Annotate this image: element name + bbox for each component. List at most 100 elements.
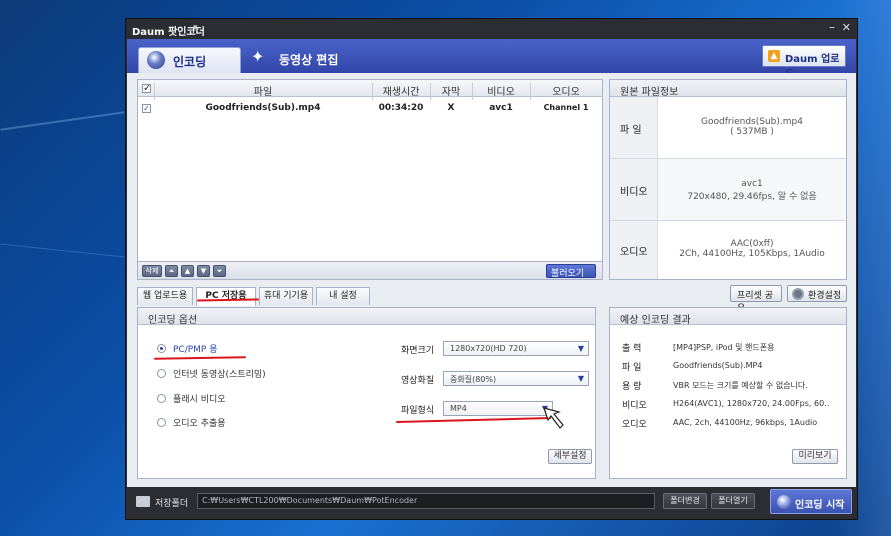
source-info-title-text: 원본 파일정보 — [620, 87, 679, 98]
source-audio-key: 오디오 — [620, 247, 648, 258]
column-audio[interactable]: 오디오 — [530, 83, 602, 98]
source-video-detail: 720x480, 29.46fps, 알 수 없음 — [687, 192, 817, 202]
upload-arrow-icon: ▲ — [768, 50, 780, 62]
file-list: ✓ 파일 재생시간 자막 비디오 오디오 ✓ Goodfriends(Sub).… — [137, 79, 603, 280]
radio-flash-video[interactable] — [157, 394, 166, 403]
cell-video: avc1 — [489, 103, 513, 113]
desktop-light-ray — [0, 243, 125, 258]
load-files-button[interactable]: 불러오기 — [546, 264, 596, 279]
change-folder-button[interactable]: 폴더변경 — [663, 493, 707, 509]
radio-flash-video-label[interactable]: 플래시 비디오 — [173, 392, 226, 405]
result-value: AAC, 2ch, 44100Hz, 96kbps, 1Audio — [673, 418, 818, 427]
format-select[interactable]: MP4▼ — [443, 401, 553, 416]
save-folder-label: 저장폴더 — [155, 499, 189, 509]
radio-pc-pmp-label[interactable]: PC/PMP 용 — [173, 342, 218, 355]
preset-share-button[interactable]: 프리셋 공유 — [730, 285, 782, 314]
result-value: Goodfriends(Sub).MP4 — [673, 361, 763, 370]
move-top-icon[interactable]: ⏶ — [165, 265, 178, 277]
result-value: [MP4]PSP, iPod 및 핸드폰용 — [673, 343, 775, 352]
select-all-checkbox[interactable]: ✓ — [142, 84, 151, 94]
chevron-down-icon: ▼ — [577, 374, 584, 383]
tab-video-edit[interactable]: ✦ 동영상 편집 — [249, 47, 349, 71]
desktop-light-ray — [0, 111, 125, 131]
save-path-value: C:₩Users₩CTL200₩Documents₩Daum₩PotEncode… — [202, 496, 418, 505]
load-files-label: 불러오기 — [551, 269, 585, 279]
encoding-result-title-text: 예상 인코딩 결과 — [620, 315, 691, 326]
disc-icon — [147, 51, 165, 69]
settings-label: 환경설정 — [808, 291, 842, 301]
source-info-title: 원본 파일정보 — [610, 80, 846, 98]
screen-size-value: 1280x720(HD 720) — [450, 344, 527, 353]
cell-audio: Channel 1 — [543, 103, 589, 112]
result-value: VBR 모드는 크기를 예상할 수 없습니다. — [673, 381, 808, 390]
encoding-result-panel: 예상 인코딩 결과 출 력 [MP4]PSP, iPod 및 핸드폰용 파 일 … — [609, 307, 847, 479]
encoding-options-title: 인코딩 옵션 — [138, 308, 595, 326]
tab-encode-label: 인코딩 — [173, 55, 207, 69]
source-audio-detail: 2Ch, 44100Hz, 105Kbps, 1Audio — [679, 249, 825, 259]
daum-upload-button[interactable]: ▲ Daum 업로드 — [762, 45, 846, 80]
result-key: 비디오 — [622, 401, 647, 411]
footer-bar: 저장폴더 C:₩Users₩CTL200₩Documents₩Daum₩PotE… — [127, 487, 856, 519]
column-duration[interactable]: 재생시간 — [372, 83, 430, 98]
source-file-size: ( 537MB ) — [730, 127, 774, 137]
radio-audio-extract[interactable] — [157, 418, 166, 427]
tab-mobile[interactable]: 휴대 기기용 — [259, 287, 313, 305]
result-key: 오디오 — [622, 420, 647, 430]
start-encoding-label: 인코딩 시작 — [795, 500, 845, 511]
quality-select[interactable]: 중화질(80%) ▼ — [443, 371, 589, 386]
radio-audio-extract-label[interactable]: 오디오 추출용 — [173, 416, 226, 429]
source-file-key: 파 일 — [620, 125, 642, 136]
tab-web-upload[interactable]: 웹 업로드용 — [137, 287, 193, 305]
move-bottom-icon[interactable]: ⏷ — [213, 265, 226, 277]
pot-encoder-window: Daum 팟인코더 ▾ – ✕ 인코딩 ✦ 동영상 편집 ▲ Daum 업로드 … — [125, 18, 858, 520]
format-value: MP4 — [450, 404, 467, 413]
preview-button[interactable]: 미리보기 — [792, 449, 838, 464]
encoding-result-title: 예상 인코딩 결과 — [610, 308, 846, 326]
delete-button[interactable]: 삭제 — [142, 265, 162, 277]
gear-icon — [792, 288, 804, 300]
column-subtitle[interactable]: 자막 — [430, 83, 472, 98]
column-file[interactable]: 파일 — [154, 83, 372, 98]
quality-label: 영상화질 — [401, 376, 435, 386]
radio-pc-pmp[interactable] — [157, 344, 166, 353]
source-audio-codec: AAC(0xff) — [730, 239, 774, 249]
column-video[interactable]: 비디오 — [472, 83, 530, 98]
radio-streaming[interactable] — [157, 369, 166, 378]
detail-settings-button[interactable]: 세부설정 — [548, 449, 592, 464]
screen-size-label: 화면크기 — [401, 346, 435, 356]
source-file-row: 파 일 Goodfriends(Sub).mp4 ( 537MB ) — [610, 97, 846, 159]
top-toolbar: 인코딩 ✦ 동영상 편집 ▲ Daum 업로드 — [127, 39, 856, 80]
folder-icon — [136, 496, 150, 507]
row-checkbox[interactable]: ✓ — [142, 104, 151, 113]
tab-pc-save[interactable]: PC 저장용 — [196, 287, 256, 306]
mouse-cursor-icon — [543, 407, 564, 429]
file-list-header: ✓ 파일 재생시간 자막 비디오 오디오 — [138, 80, 602, 100]
cell-subtitle: X — [447, 103, 455, 113]
title-bar[interactable]: Daum 팟인코더 ▾ – ✕ — [126, 19, 857, 39]
save-path-field[interactable]: C:₩Users₩CTL200₩Documents₩Daum₩PotEncode… — [197, 493, 655, 509]
red-annotation-line — [396, 416, 551, 424]
result-key: 파 일 — [622, 363, 642, 373]
encoding-options-panel: 인코딩 옵션 PC/PMP 용 인터넷 동영상(스트리밍) 플래시 비디오 오디… — [137, 307, 596, 479]
tab-video-edit-label: 동영상 편집 — [279, 53, 339, 67]
format-label: 파일형식 — [401, 406, 435, 416]
start-encoding-button[interactable]: 인코딩 시작 — [770, 489, 852, 514]
tab-my-settings[interactable]: 내 설정 — [316, 287, 370, 305]
satellite-icon: ✦ — [251, 47, 265, 66]
quality-value: 중화질(80%) — [450, 375, 497, 384]
source-info-panel: 원본 파일정보 파 일 Goodfriends(Sub).mp4 ( 537MB… — [609, 79, 847, 280]
minimize-button[interactable]: – — [829, 20, 835, 34]
source-video-row: 비디오 avc1 720x480, 29.46fps, 알 수 없음 — [610, 159, 846, 221]
move-down-icon[interactable]: ▼ — [197, 265, 210, 277]
close-button[interactable]: ✕ — [842, 21, 851, 34]
settings-button[interactable]: 환경설정 — [787, 285, 847, 302]
open-folder-button[interactable]: 폴더열기 — [711, 493, 755, 509]
source-file-name: Goodfriends(Sub).mp4 — [701, 117, 803, 127]
screen-size-select[interactable]: 1280x720(HD 720) ▼ — [443, 341, 589, 356]
tab-encode[interactable]: 인코딩 — [138, 47, 241, 73]
move-up-icon[interactable]: ▲ — [181, 265, 194, 277]
source-video-codec: avc1 — [741, 179, 763, 189]
source-video-key: 비디오 — [620, 187, 648, 198]
radio-streaming-label[interactable]: 인터넷 동영상(스트리밍) — [173, 367, 266, 380]
title-menu-icon[interactable]: ▾ — [193, 23, 198, 33]
